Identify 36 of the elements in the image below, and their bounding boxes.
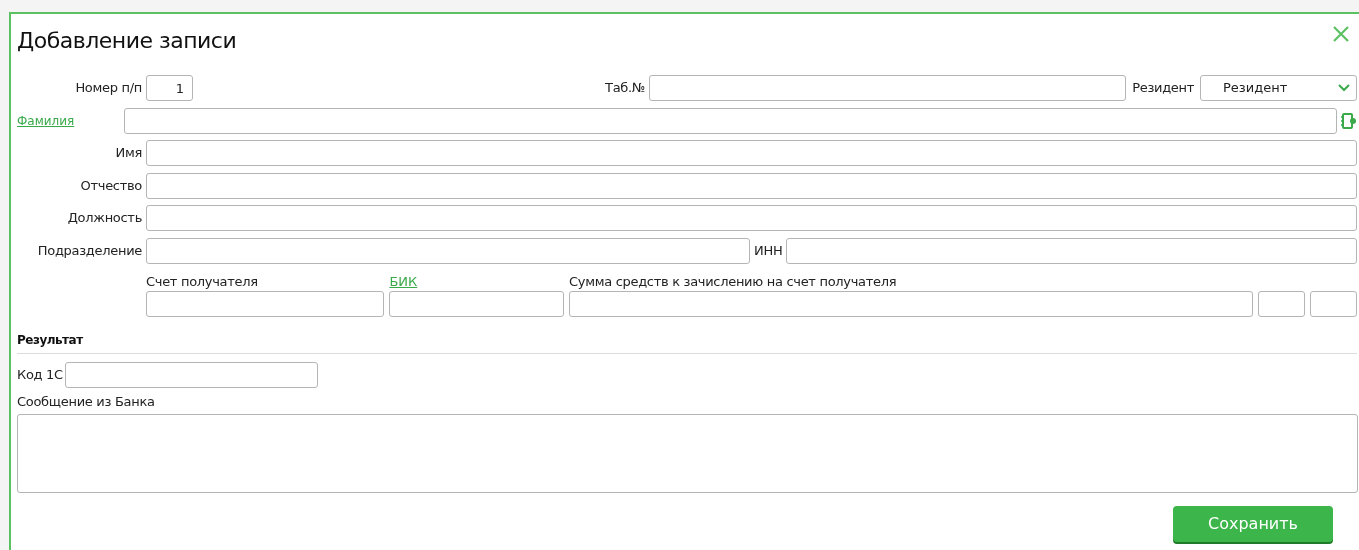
message-field[interactable] [17,413,1358,493]
input-field[interactable] [1258,291,1306,317]
input-field[interactable] [64,362,318,388]
contact-card-icon[interactable] [1341,111,1357,130]
input-field[interactable] [786,237,1357,264]
bik-link[interactable]: БИК [389,272,418,290]
field-label: Резидент [1132,79,1194,98]
input-field[interactable] [124,107,1337,134]
field-label: Код 1С [17,366,63,385]
input-field[interactable] [146,237,750,264]
field-label: Имя [114,144,142,163]
input-field[interactable] [146,205,1357,231]
dialog-title: Добавление записи [17,26,237,55]
field-label: Должность [66,209,142,228]
input-field[interactable] [389,291,564,317]
input-field[interactable]: 1 [146,75,193,101]
input-field[interactable] [1310,291,1357,317]
field-label: ИНН [754,241,783,260]
input-field[interactable] [146,172,1357,199]
input-field[interactable] [146,291,385,317]
input-field[interactable] [649,75,1127,101]
field-label: Таб.№ [605,79,646,98]
input-field[interactable] [146,140,1357,166]
section-title: Результат [17,333,83,347]
surname-link[interactable]: Фамилия [17,111,120,130]
field-label: Сумма средств к зачислению на счет получателя [568,273,898,290]
field-label: Сообщение из Банка [17,393,155,411]
field-label: Подразделение [36,241,142,260]
close-icon[interactable] [1331,24,1351,44]
chevron-down-icon [1338,84,1350,92]
field-label: Счет получателя [146,273,259,290]
field-label: Номер п/п [74,79,142,98]
input-field[interactable] [568,291,1254,317]
resident-dropdown[interactable]: Резидент [1200,75,1357,101]
save-button[interactable]: Сохранить [1173,505,1333,542]
field-label: Отчество [79,176,142,195]
